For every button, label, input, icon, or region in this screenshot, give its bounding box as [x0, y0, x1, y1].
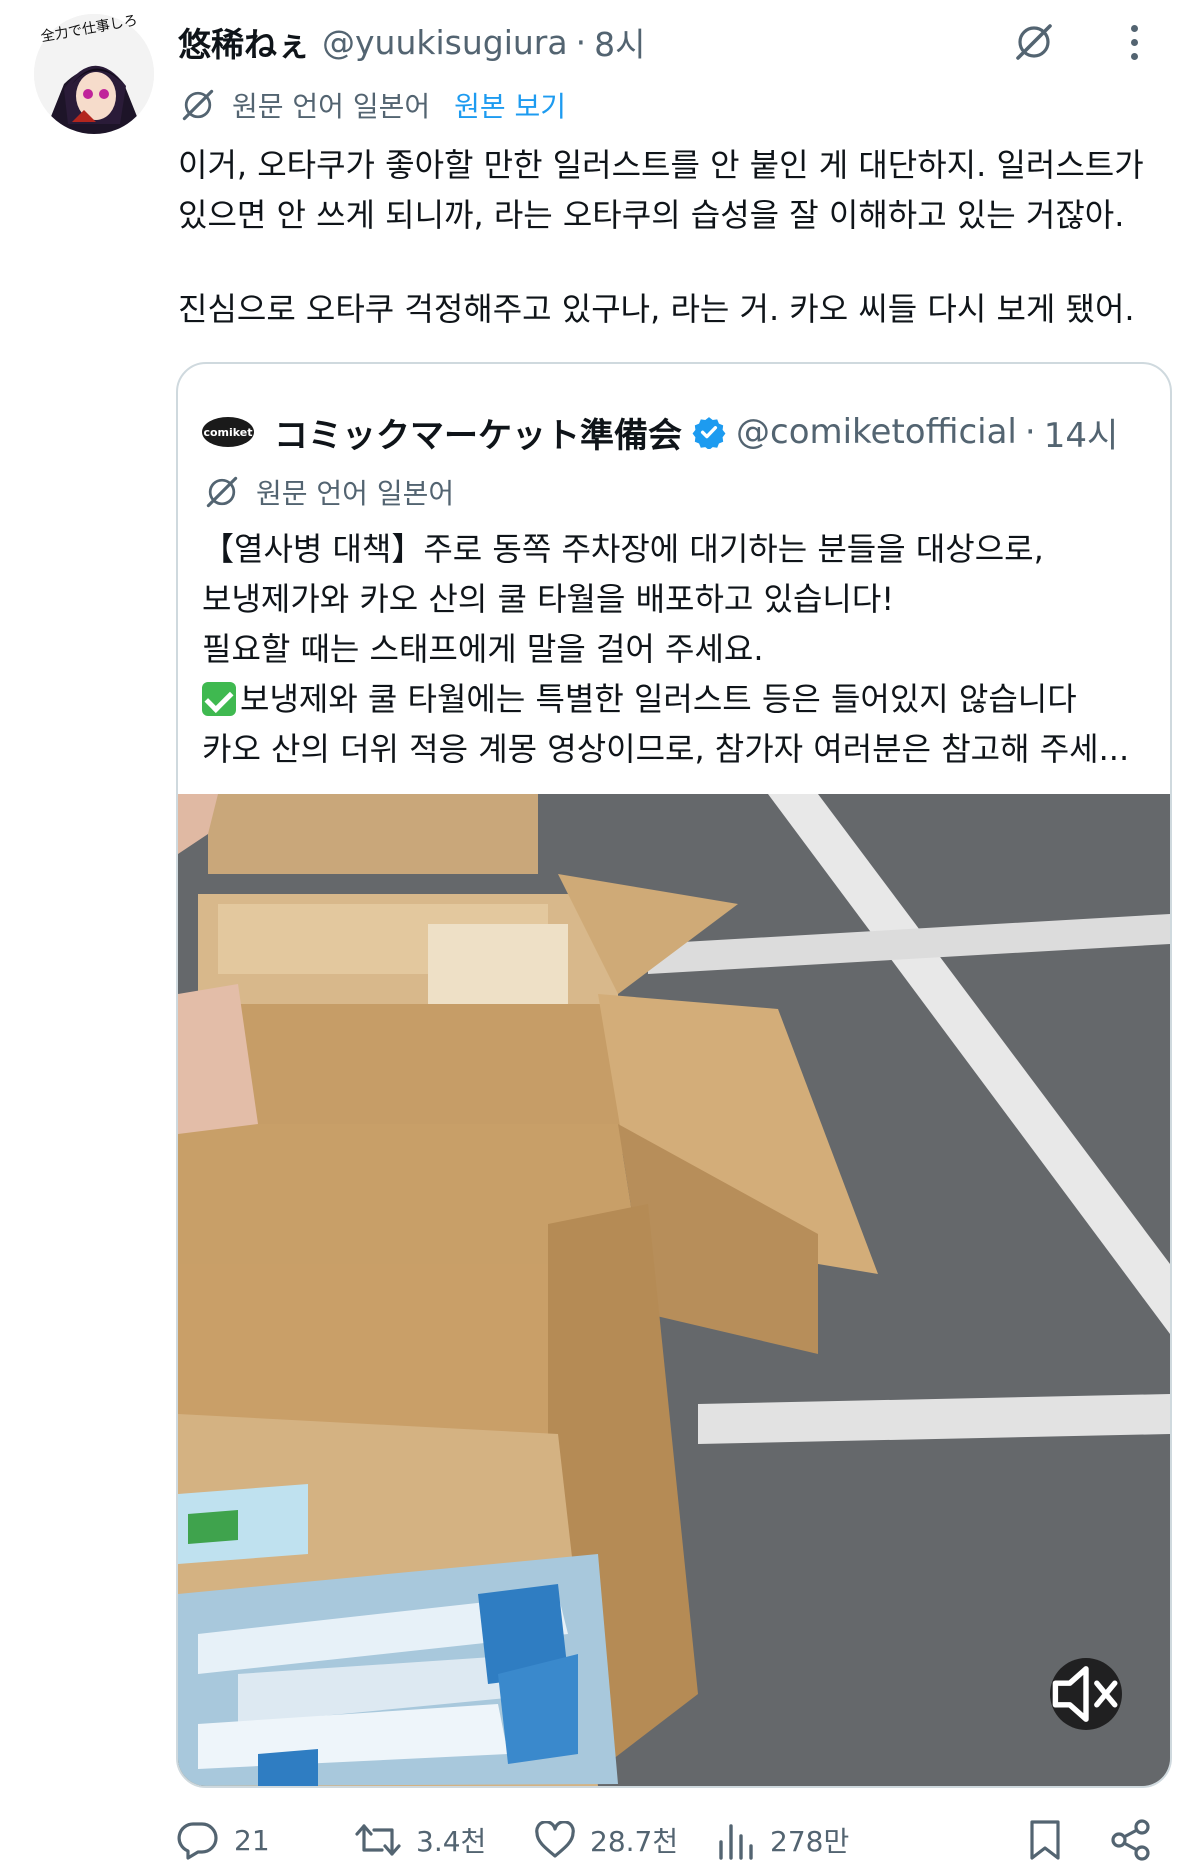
action-bar: 21 3.4천 28.7천 278만 [176, 1810, 1168, 1870]
author-name[interactable]: 悠稀ねぇ [178, 18, 310, 66]
reply-icon [177, 1822, 218, 1860]
mute-button[interactable] [1050, 1658, 1122, 1730]
tweet-text-line: 진심으로 오타쿠 걱정해주고 있구나, 라는 거. 카오 씨들 다시 보게 됐어… [178, 290, 1135, 328]
translation-label: 원문 언어 일본어 [232, 90, 431, 123]
reply-count: 21 [234, 1823, 270, 1857]
quote-video[interactable] [178, 794, 1170, 1786]
views-button[interactable]: 278만 [716, 1810, 849, 1870]
like-count: 28.7천 [590, 1825, 679, 1858]
separator-dot: · [1024, 412, 1036, 452]
quote-time: 14시 [1043, 415, 1119, 456]
author-handle[interactable]: @yuukisugiura [322, 23, 568, 62]
more-icon [1129, 24, 1139, 60]
quote-header: comiket コミックマーケット準備会 @comiketofficial · … [202, 404, 1118, 460]
tweet-header: 悠稀ねぇ @yuukisugiura · 8시 [178, 12, 1160, 72]
separator-dot: · [575, 22, 587, 62]
header-actions [1008, 12, 1160, 72]
quote-text: 【열사병 대책】주로 동쪽 주차장에 대기하는 분들을 대상으로, 보냉제가와 … [202, 524, 1162, 774]
video-thumbnail [178, 794, 1170, 1786]
quote-text-line: 필요할 때는 스태프에게 말을 걸어 주세요. [202, 630, 764, 668]
mute-icon [1052, 1666, 1118, 1722]
more-button[interactable] [1108, 16, 1160, 68]
reply-button[interactable]: 21 [176, 1810, 270, 1870]
quote-text-line: 보냉제가와 카오 산의 쿨 타월을 배포하고 있습니다! [202, 580, 895, 618]
tweet-text: 이거, 오타쿠가 좋아할 만한 일러스트를 안 붙인 게 대단하지. 일러스트가… [178, 140, 1178, 334]
quote-text-line: 【열사병 대책】주로 동쪽 주차장에 대기하는 분들을 대상으로, [202, 530, 1044, 568]
share-button[interactable] [1110, 1810, 1152, 1870]
translation-row: 원문 언어 일본어 원본 보기 [178, 80, 566, 130]
tweet-time[interactable]: 8시 [594, 18, 645, 66]
quote-translation-row: 원문 언어 일본어 [202, 466, 454, 518]
grok-icon [1016, 24, 1052, 60]
like-button[interactable]: 28.7천 [534, 1810, 678, 1870]
views-icon [719, 1824, 753, 1860]
tweet-text-line: 있으면 안 쓰게 되니까, 라는 오타쿠의 습성을 잘 이해하고 있는 거잖아. [178, 196, 1125, 234]
quoted-tweet[interactable]: comiket コミックマーケット準備会 @comiketofficial · … [176, 362, 1172, 1788]
quote-author-handle[interactable]: @comiketofficial [736, 412, 1017, 452]
translate-icon [206, 476, 238, 508]
show-original-link[interactable]: 원본 보기 [454, 85, 566, 125]
retweet-count: 3.4천 [416, 1825, 487, 1858]
tweet-text-line: 이거, 오타쿠가 좋아할 만한 일러스트를 안 붙인 게 대단하지. 일러스트가 [178, 146, 1144, 184]
retweet-icon [355, 1824, 401, 1856]
translate-icon [182, 89, 214, 121]
bookmark-icon [1030, 1820, 1060, 1860]
quote-text-line: 보냉제와 쿨 타월에는 특별한 일러스트 등은 들어있지 않습니다 [202, 674, 1162, 724]
quote-text-line: 카오 산의 더위 적응 계몽 영상이므로, 참가자 여러분은 참고해 주세... [202, 730, 1130, 768]
quote-text-line-text: 보냉제와 쿨 타월에는 특별한 일러스트 등은 들어있지 않습니다 [240, 680, 1077, 718]
quote-translation-label: 원문 언어 일본어 [256, 477, 455, 510]
quote-avatar[interactable]: comiket [202, 417, 254, 447]
check-mark-icon [202, 682, 236, 716]
share-icon [1111, 1819, 1150, 1861]
verified-icon [692, 417, 726, 449]
like-icon [535, 1821, 575, 1858]
grok-button[interactable] [1008, 16, 1060, 68]
views-count: 278만 [770, 1825, 850, 1858]
bookmark-button[interactable] [1028, 1810, 1062, 1870]
retweet-button[interactable]: 3.4천 [354, 1810, 486, 1870]
quote-author-name[interactable]: コミックマーケット準備会 [274, 408, 682, 457]
